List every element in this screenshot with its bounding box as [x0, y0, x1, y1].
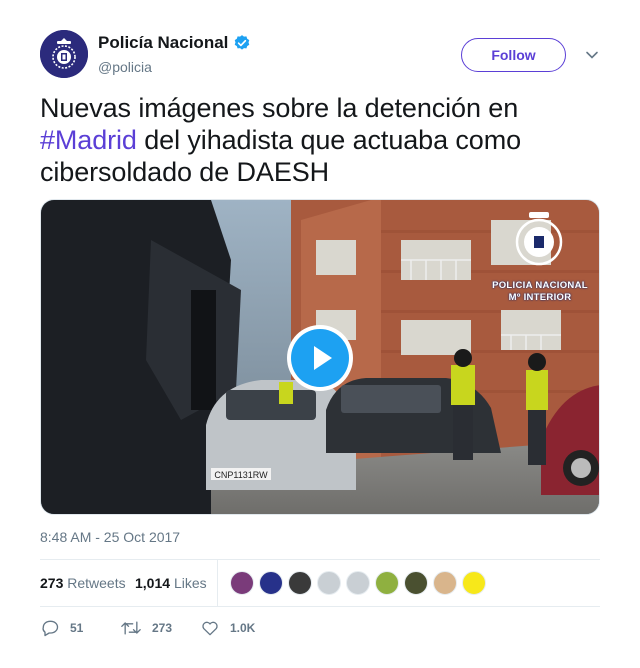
tweet-header: Policía Nacional @policia Follow [40, 30, 600, 82]
police-badge-icon [40, 30, 88, 78]
tweet-stats: 273 Retweets 1,014 Likes [40, 560, 600, 606]
play-icon [314, 346, 332, 370]
liker-avatar[interactable] [259, 571, 283, 595]
watermark-line1: POLICIA NACIONAL [492, 280, 588, 291]
likes-label: Likes [173, 575, 207, 591]
play-button[interactable] [287, 325, 353, 391]
likes-stat[interactable]: 1,014 Likes [135, 575, 207, 591]
divider [40, 606, 600, 607]
avatar[interactable] [40, 30, 88, 78]
likes-count: 1,014 [135, 575, 171, 591]
reply-count: 51 [70, 621, 84, 635]
like-button[interactable]: 1.0K [200, 618, 255, 638]
reply-icon [42, 620, 59, 637]
retweet-icon [121, 621, 141, 635]
tweet-text-before: Nuevas imágenes sobre la detención en [40, 93, 519, 123]
retweet-count: 273 [152, 621, 173, 635]
tweet-text: Nuevas imágenes sobre la detención en #M… [40, 92, 600, 188]
verified-badge-icon [235, 35, 250, 50]
license-plate: CNP1131RW [214, 470, 268, 480]
liker-avatar[interactable] [462, 571, 486, 595]
liker-avatar[interactable] [230, 571, 254, 595]
video-player[interactable]: CNP1131RW POLICIA NACIONAL Mº INTERIOR [40, 199, 600, 515]
follow-button[interactable]: Follow [461, 38, 566, 72]
heart-icon [202, 621, 218, 636]
liker-avatar[interactable] [375, 571, 399, 595]
retweets-stat[interactable]: 273 Retweets [40, 575, 126, 591]
likers-avatars [230, 571, 491, 595]
tweet-actions: 51 273 1.0K [40, 614, 600, 642]
divider [217, 560, 218, 606]
author-handle[interactable]: @policia [98, 59, 152, 75]
tweet-timestamp[interactable]: 8:48 AM - 25 Oct 2017 [40, 529, 180, 545]
liker-avatar[interactable] [317, 571, 341, 595]
like-count: 1.0K [230, 621, 256, 635]
liker-avatar[interactable] [433, 571, 457, 595]
liker-avatar[interactable] [346, 571, 370, 595]
retweet-button[interactable]: 273 [120, 618, 172, 638]
reply-button[interactable]: 51 [40, 618, 83, 638]
retweets-label: Retweets [67, 575, 126, 591]
chevron-down-icon[interactable] [585, 48, 599, 62]
watermark-line2: Mº INTERIOR [508, 292, 572, 303]
hashtag-link[interactable]: #Madrid [40, 125, 137, 155]
liker-avatar[interactable] [404, 571, 428, 595]
author-name[interactable]: Policía Nacional [98, 33, 228, 53]
liker-avatar[interactable] [288, 571, 312, 595]
retweets-count: 273 [40, 575, 64, 591]
